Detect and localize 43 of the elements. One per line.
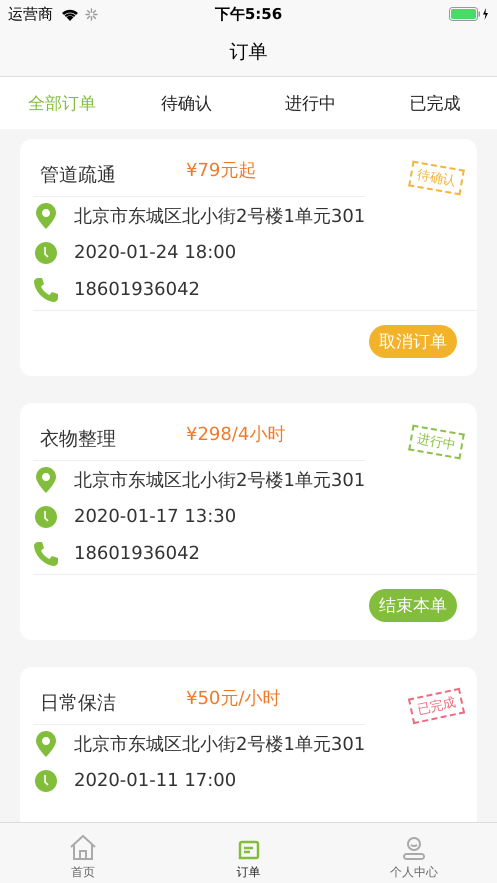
filter-tab[interactable]: 已完成 <box>372 77 497 129</box>
location-pin-icon <box>33 466 59 492</box>
price: ¥50元/小时 <box>186 687 280 711</box>
battery-icon <box>449 7 491 21</box>
address: 北京市东城区北小街2号楼1单元301 <box>74 204 366 228</box>
home-tab[interactable]: 首页 <box>0 823 166 883</box>
carrier-name: 运营商 <box>8 4 53 24</box>
appointment-time: 2020-01-11 17:00 <box>74 770 236 791</box>
clock-icon <box>33 506 59 528</box>
tab-label: 订单 <box>236 864 260 881</box>
profile-tab[interactable]: 个人中心 <box>331 823 497 883</box>
service-name: 管道疏通 <box>40 163 117 188</box>
tab-label: 个人中心 <box>390 864 438 881</box>
wifi-icon <box>61 8 79 20</box>
status-stamp: 待确认 <box>408 160 465 196</box>
address: 北京市东城区北小街2号楼1单元301 <box>74 468 366 492</box>
status-stamp: 已完成 <box>408 688 466 724</box>
appointment-time: 2020-01-24 18:00 <box>74 242 236 263</box>
orders-tab[interactable]: 订单 <box>166 823 332 883</box>
phone-icon <box>33 540 59 566</box>
location-pin-icon <box>33 730 59 756</box>
price: ¥79元起 <box>186 159 256 183</box>
tab-label: 首页 <box>70 864 95 881</box>
address: 北京市东城区北小街2号楼1单元301 <box>74 732 366 756</box>
location-pin-icon <box>33 202 59 228</box>
phone-number: 18601936042 <box>74 543 200 564</box>
clock-icon <box>33 242 59 264</box>
clock-icon <box>33 770 59 792</box>
status-time: 下午5:56 <box>214 4 282 24</box>
service-name: 衣物整理 <box>40 427 117 452</box>
appointment-time: 2020-01-17 13:30 <box>74 506 236 527</box>
status-stamp: 进行中 <box>408 424 465 460</box>
user-icon <box>402 836 426 860</box>
phone-icon <box>33 276 59 302</box>
loading-icon <box>85 8 98 20</box>
service-name: 日常保洁 <box>40 691 117 716</box>
price: ¥298/4小时 <box>186 423 286 447</box>
list-icon <box>238 840 260 860</box>
filter-tab[interactable]: 进行中 <box>248 77 373 129</box>
filter-tab[interactable]: 待确认 <box>124 77 248 129</box>
phone-number: 18601936042 <box>74 279 200 300</box>
home-icon <box>68 834 97 860</box>
page-title: 订单 <box>230 40 268 65</box>
